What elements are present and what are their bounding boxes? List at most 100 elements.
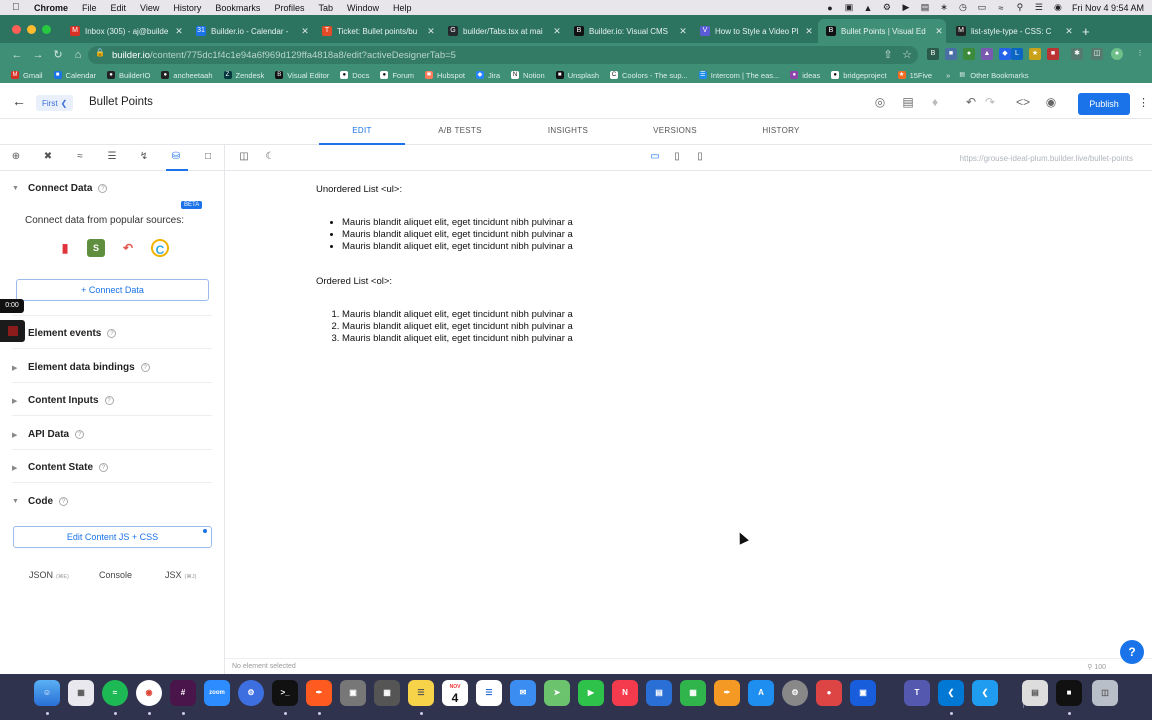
code-icon[interactable]: <> bbox=[1015, 95, 1031, 109]
help-chat-button[interactable]: ? bbox=[1120, 640, 1144, 664]
trash-icon[interactable]: ◫ bbox=[1092, 680, 1118, 706]
list-item[interactable]: Mauris blandit aliquet elit, eget tincid… bbox=[342, 229, 816, 241]
undo-icon[interactable]: ↶ bbox=[963, 95, 979, 109]
drive-icon[interactable]: ▲ bbox=[863, 3, 873, 13]
code-tab-json[interactable]: JSON (⌘E) bbox=[29, 570, 69, 580]
section-connect-data[interactable]: ▼ Connect Data ? bbox=[12, 183, 108, 194]
menu-app-name[interactable]: Chrome bbox=[34, 3, 68, 13]
browser-tab[interactable]: G builder/Tabs.tsx at mai ✕ bbox=[440, 19, 564, 43]
browser-tab-active[interactable]: B Bullet Points | Visual Ed ✕ bbox=[818, 19, 946, 43]
bookmark-item[interactable]: ★ 15Five bbox=[897, 71, 932, 80]
share-icon[interactable]: ⇧ bbox=[880, 47, 896, 63]
list-item[interactable]: Mauris blandit aliquet elit, eget tincid… bbox=[342, 321, 816, 333]
more-options-icon[interactable]: ⋮ bbox=[1138, 96, 1149, 109]
columns-icon[interactable]: ◫ bbox=[237, 151, 251, 162]
code-tab-jsx[interactable]: JSX (⌘J) bbox=[165, 570, 196, 580]
slack-icon[interactable]: # bbox=[170, 680, 196, 706]
tab-edit[interactable]: EDIT bbox=[319, 126, 405, 135]
menu-view[interactable]: View bbox=[140, 3, 159, 13]
extension-icon[interactable]: ◆ bbox=[999, 48, 1011, 60]
browser-tab[interactable]: 31 Builder.io - Calendar - ✕ bbox=[188, 19, 312, 43]
redo-icon[interactable]: ↷ bbox=[982, 95, 998, 109]
menu-help[interactable]: Help bbox=[393, 3, 412, 13]
extension-icon[interactable]: ■ bbox=[945, 48, 957, 60]
list-item[interactable]: Mauris blandit aliquet elit, eget tincid… bbox=[342, 333, 816, 345]
bookmark-item[interactable]: ✱ Hubspot bbox=[425, 71, 465, 80]
tab-insights[interactable]: INSIGHTS bbox=[526, 126, 610, 135]
close-tab-icon[interactable]: ✕ bbox=[550, 26, 564, 37]
ordered-list-heading[interactable]: Ordered List <ol>: bbox=[316, 276, 816, 287]
minimize-window-button[interactable] bbox=[27, 25, 36, 34]
terminal-icon[interactable]: >_ bbox=[272, 680, 298, 706]
help-icon[interactable]: ? bbox=[107, 329, 117, 338]
close-tab-icon[interactable]: ✕ bbox=[676, 26, 690, 37]
bookmark-item[interactable]: ● Forum bbox=[380, 71, 414, 80]
menu-tab[interactable]: Tab bbox=[318, 3, 333, 13]
bookmark-item[interactable]: C Coolors - The sup... bbox=[610, 71, 688, 80]
browser-tab[interactable]: V How to Style a Video Pl ✕ bbox=[692, 19, 816, 43]
back-icon[interactable]: ← bbox=[9, 47, 25, 63]
menu-history[interactable]: History bbox=[173, 3, 201, 13]
menu-clock[interactable]: Fri Nov 4 9:54 AM bbox=[1072, 3, 1144, 13]
notes-icon[interactable]: ☰ bbox=[408, 680, 434, 706]
code-tab-console[interactable]: Console bbox=[99, 570, 132, 580]
section-code[interactable]: ▼ Code ? bbox=[12, 496, 68, 507]
reload-icon[interactable]: ↻ bbox=[50, 47, 66, 63]
help-icon[interactable]: ? bbox=[140, 363, 150, 372]
keynote-icon[interactable]: ▤ bbox=[646, 680, 672, 706]
bookmark-item[interactable]: ● ideas bbox=[790, 71, 820, 80]
close-tab-icon[interactable]: ✕ bbox=[172, 26, 186, 37]
section-content-state[interactable]: ▶ Content State ? bbox=[12, 462, 108, 473]
list-item[interactable]: Mauris blandit aliquet elit, eget tincid… bbox=[342, 241, 816, 253]
wifi-icon[interactable]: ≈ bbox=[996, 3, 1006, 13]
tab-history[interactable]: HISTORY bbox=[739, 126, 823, 135]
interactions-icon[interactable]: ↯ bbox=[136, 151, 152, 162]
builder-source-icon[interactable]: ▮ bbox=[56, 239, 74, 257]
vscode-icon[interactable]: ❮ bbox=[938, 680, 964, 706]
timer-icon[interactable]: ◷ bbox=[958, 2, 968, 13]
publish-button[interactable]: Publish bbox=[1078, 93, 1130, 115]
swell-icon[interactable]: ↶ bbox=[119, 239, 137, 257]
close-tab-icon[interactable]: ✕ bbox=[932, 26, 946, 37]
puzzle-icon[interactable]: ✱ bbox=[1071, 48, 1083, 60]
close-tab-icon[interactable]: ✕ bbox=[802, 26, 816, 37]
mobile-view-icon[interactable]: ▯ bbox=[693, 151, 707, 162]
extension-icon[interactable]: ▲ bbox=[981, 48, 993, 60]
menu-window[interactable]: Window bbox=[347, 3, 379, 13]
zoom-app-icon[interactable]: zoom bbox=[204, 680, 230, 706]
bookmark-item[interactable]: M Gmail bbox=[11, 71, 43, 80]
browser-tab[interactable]: T Ticket: Bullet points/bu ✕ bbox=[314, 19, 438, 43]
settings-gear-icon[interactable]: ⚙ bbox=[238, 680, 264, 706]
close-window-button[interactable] bbox=[12, 25, 21, 34]
section-element-events[interactable]: ▶ Element events ? bbox=[12, 328, 117, 339]
browser-tab[interactable]: M Inbox (305) - aj@builde ✕ bbox=[62, 19, 186, 43]
bookmark-item[interactable]: ◆ Jira bbox=[475, 71, 500, 80]
dark-mode-icon[interactable]: ☾ bbox=[263, 151, 277, 162]
close-tab-icon[interactable]: ✕ bbox=[298, 26, 312, 37]
sidebar-icon[interactable]: ◫ bbox=[1091, 48, 1103, 60]
help-icon[interactable]: ? bbox=[75, 430, 85, 439]
tools-icon[interactable]: ✖ bbox=[40, 151, 56, 162]
home-icon[interactable]: ⌂ bbox=[70, 47, 86, 63]
settings-icon[interactable]: ⚙ bbox=[882, 2, 892, 13]
chrome-icon[interactable]: ◉ bbox=[136, 680, 162, 706]
pages-icon[interactable]: ✒ bbox=[714, 680, 740, 706]
other-bookmarks[interactable]: ▤ Other Bookmarks bbox=[958, 71, 1028, 80]
help-icon[interactable]: ? bbox=[59, 497, 68, 506]
zoom-level[interactable]: ⚲ 100 bbox=[1087, 663, 1106, 671]
preview-icon[interactable]: ▤ bbox=[1022, 680, 1048, 706]
screen-recorder-icon[interactable]: ● bbox=[816, 680, 842, 706]
tab-ab-tests[interactable]: A/B TESTS bbox=[418, 126, 502, 135]
battery-icon[interactable]: ▭ bbox=[977, 2, 987, 13]
schedule-icon[interactable]: ▤ bbox=[900, 95, 916, 109]
maps-icon[interactable]: ➤ bbox=[544, 680, 570, 706]
unordered-list[interactable]: Mauris blandit aliquet elit, eget tincid… bbox=[342, 217, 816, 253]
lock-icon[interactable]: 🔒 bbox=[95, 48, 105, 57]
app-store-icon[interactable]: A bbox=[748, 680, 774, 706]
help-icon[interactable]: ? bbox=[98, 184, 108, 193]
help-icon[interactable]: ? bbox=[104, 396, 114, 405]
menu-profiles[interactable]: Profiles bbox=[274, 3, 304, 13]
ordered-list[interactable]: Mauris blandit aliquet elit, eget tincid… bbox=[342, 309, 816, 345]
address-bar[interactable]: builder.io/content/775dc1f4c1e94a6f969d1… bbox=[88, 46, 918, 64]
preview-url[interactable]: https://grouse-ideal-plum.builder.live/b… bbox=[960, 154, 1133, 163]
